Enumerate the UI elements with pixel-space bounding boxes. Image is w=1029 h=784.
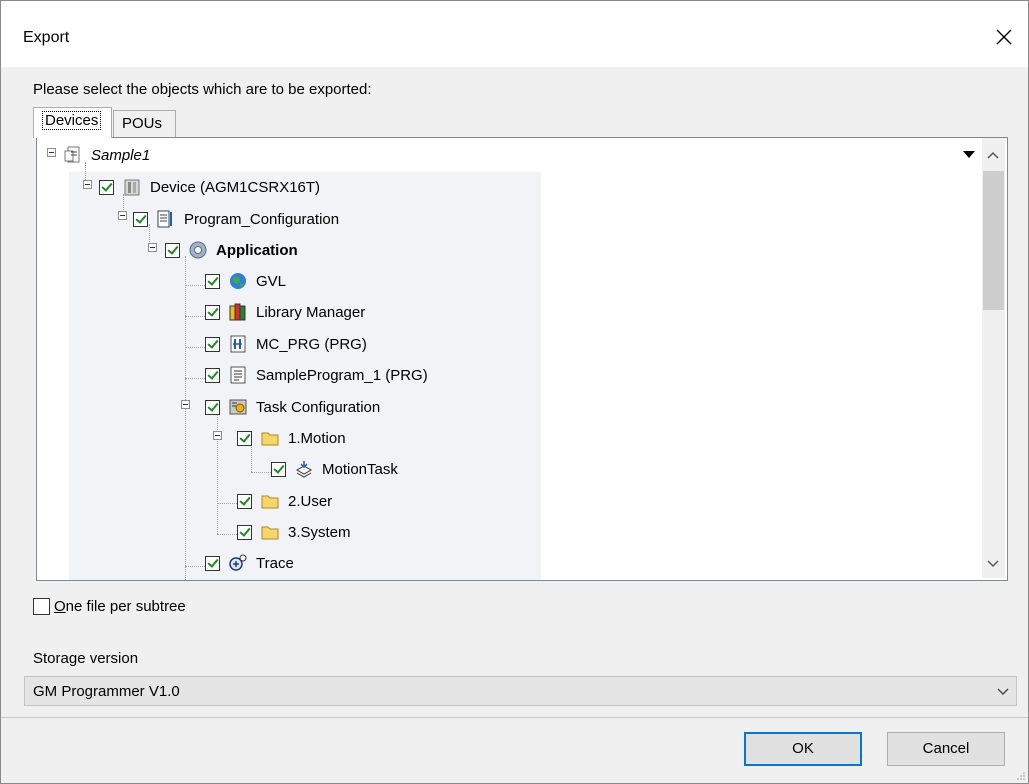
cancel-button[interactable]: Cancel <box>887 732 1005 766</box>
tree-item-motiontask[interactable]: MotionTask <box>271 456 398 482</box>
program-config-icon <box>157 210 172 228</box>
tree-dropdown-icon[interactable] <box>957 144 981 164</box>
instruction-text: Please select the objects which are to b… <box>33 81 372 98</box>
title-bar: Export <box>1 1 1028 67</box>
folder-icon <box>261 432 279 446</box>
chevron-down-icon <box>997 688 1009 695</box>
expander-motion[interactable] <box>213 431 222 440</box>
storage-version-value: GM Programmer V1.0 <box>33 683 180 700</box>
library-books-icon <box>229 303 246 321</box>
expander-task-config[interactable] <box>181 400 190 409</box>
scroll-down-icon[interactable] <box>987 559 999 569</box>
one-file-per-subtree-label: One file per subtree <box>54 598 186 615</box>
tree-item-label: Library Manager <box>256 303 366 321</box>
tree-item-label: Application <box>216 241 298 259</box>
checkbox-motiontask[interactable] <box>271 461 286 477</box>
tree-item-program-configuration[interactable]: Program_Configuration <box>133 206 339 232</box>
tree-item-mc-prg[interactable]: MC_PRG (PRG) <box>205 331 367 357</box>
checkbox-3-system[interactable] <box>237 524 252 540</box>
tree-item-device[interactable]: Device (AGM1CSRX16T) <box>99 174 320 200</box>
storage-version-label: Storage version <box>33 650 139 667</box>
storage-version-select[interactable]: GM Programmer V1.0 <box>24 676 1017 706</box>
scroll-up-icon[interactable] <box>987 150 999 160</box>
tree-item-3-system[interactable]: 3.System <box>237 519 351 545</box>
tree-item-library-manager[interactable]: Library Manager <box>205 299 365 325</box>
object-tree[interactable]: Sample1 Device (AGM1CSRX16T) Program_Con… <box>36 137 1008 581</box>
tab-devices-label: Devices <box>42 111 102 130</box>
project-icon <box>64 146 80 163</box>
tree-item-label: GVL <box>256 272 287 290</box>
task-icon <box>295 461 313 478</box>
folder-icon <box>261 526 279 540</box>
scroll-thumb[interactable] <box>983 171 1004 310</box>
program-ladder-icon <box>230 335 246 353</box>
export-dialog: Export Please select the objects which a… <box>0 0 1029 784</box>
tab-devices[interactable]: Devices <box>33 107 112 138</box>
tree-item-label: 1.Motion <box>288 429 346 447</box>
checkbox-gvl[interactable] <box>205 273 220 289</box>
tree-item-label: SampleProgram_1 (PRG) <box>256 366 428 384</box>
tree-item-2-user[interactable]: 2.User <box>237 488 332 514</box>
expander-sample1[interactable] <box>47 148 56 157</box>
dialog-title: Export <box>23 29 70 46</box>
checkbox-application[interactable] <box>165 242 180 258</box>
checkbox-trace[interactable] <box>205 555 220 571</box>
expander-device[interactable] <box>83 180 92 189</box>
tab-pous[interactable]: POUs <box>113 110 176 138</box>
close-icon[interactable] <box>986 19 1022 55</box>
tree-item-label: 3.System <box>288 523 351 541</box>
tree-item-label: Trace <box>256 554 294 572</box>
application-gear-icon <box>189 241 207 259</box>
tree-item-label: MC_PRG (PRG) <box>256 335 367 353</box>
tree-item-sampleprogram-1[interactable]: SampleProgram_1 (PRG) <box>205 362 428 388</box>
program-document-icon <box>230 366 246 384</box>
resize-grip-icon[interactable] <box>1016 771 1026 781</box>
expander-application[interactable] <box>148 243 157 252</box>
checkbox-mc-prg[interactable] <box>205 336 220 352</box>
tree-item-label: Device (AGM1CSRX16T) <box>150 178 321 196</box>
one-file-per-subtree-option[interactable]: One file per subtree <box>33 598 186 615</box>
tree-item-label: Program_Configuration <box>184 210 340 228</box>
checkbox-program-configuration[interactable] <box>133 211 148 227</box>
tab-pous-label: POUs <box>122 115 163 132</box>
tree-item-task-configuration[interactable]: Task Configuration <box>205 394 380 420</box>
globe-icon <box>230 273 246 289</box>
task-config-icon <box>229 399 247 415</box>
tree-item-label: Task Configuration <box>256 398 381 416</box>
checkbox-device[interactable] <box>99 179 114 195</box>
checkbox-task-configuration[interactable] <box>205 399 220 415</box>
tree-root-sample1[interactable]: Sample1 <box>63 142 150 168</box>
tree-item-trace[interactable]: Trace <box>205 550 294 576</box>
device-icon <box>124 179 140 196</box>
tree-item-gvl[interactable]: GVL <box>205 268 286 294</box>
checkbox-sampleprogram-1[interactable] <box>205 367 220 383</box>
folder-icon <box>261 495 279 509</box>
one-file-per-subtree-checkbox[interactable] <box>33 598 50 615</box>
tree-item-label: MotionTask <box>322 460 398 478</box>
checkbox-1-motion[interactable] <box>237 430 252 446</box>
expander-program-config[interactable] <box>118 211 127 220</box>
tree-item-label: Sample1 <box>91 146 151 164</box>
checkbox-library-manager[interactable] <box>205 304 220 320</box>
ok-button[interactable]: OK <box>744 732 862 766</box>
button-separator <box>1 717 1028 718</box>
trace-icon <box>229 554 247 571</box>
tree-scrollbar[interactable] <box>982 138 1005 578</box>
tree-item-1-motion[interactable]: 1.Motion <box>237 425 346 451</box>
tree-item-application[interactable]: Application <box>165 237 298 263</box>
tree-item-label: 2.User <box>288 492 333 510</box>
checkbox-2-user[interactable] <box>237 493 252 509</box>
